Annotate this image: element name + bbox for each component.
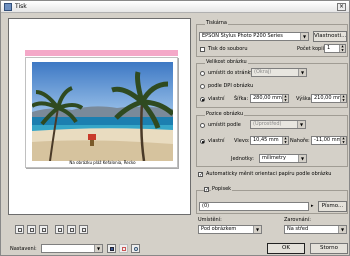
beach-photo-image xyxy=(32,62,173,161)
paper-sheet: Na obrázku pláž Kefalonia, Řecko xyxy=(25,57,178,168)
left-value: 10,45 mm xyxy=(253,137,279,143)
page-icon xyxy=(70,228,74,232)
caption-arrow-icon[interactable]: ▸ xyxy=(311,203,314,209)
printer-select[interactable]: EPSON Stylus Photo P200 Series ▼ xyxy=(199,32,309,41)
spin-arrows-icon: ▲ ▼ xyxy=(282,137,288,144)
title-bar: Tisk × xyxy=(1,1,349,13)
width-value: 280,00 mm xyxy=(253,95,282,101)
printer-group-label: Tiskárna xyxy=(205,20,228,26)
left-label: Vlevo: xyxy=(234,138,250,144)
custom-position-radio[interactable] xyxy=(200,139,205,144)
copies-value: 1 xyxy=(327,45,331,51)
image-size-group-label: Velikost obrázku xyxy=(205,59,248,65)
undo-button[interactable] xyxy=(131,244,140,253)
top-label: Nahoře: xyxy=(290,138,310,144)
properties-button[interactable]: Vlastnosti... xyxy=(313,31,347,42)
chevron-down-icon: ▼ xyxy=(300,33,308,40)
print-to-file-checkbox[interactable] xyxy=(200,47,205,52)
page-icon xyxy=(42,228,46,232)
save-preset-button[interactable] xyxy=(107,244,116,253)
zoom-fit-button[interactable] xyxy=(15,225,24,234)
spin-arrows-icon: ▲ ▼ xyxy=(340,95,346,102)
spin-arrows-icon: ▲ ▼ xyxy=(282,95,288,102)
floppy-icon xyxy=(110,247,114,251)
height-stepper[interactable]: 210,00 mm ▲ ▼ xyxy=(311,94,347,103)
align-center-button[interactable] xyxy=(67,225,76,234)
alignment-label: Zarovnání: xyxy=(284,217,311,223)
print-preview: Na obrázku pláž Kefalonia, Řecko xyxy=(8,18,191,215)
printer-icon xyxy=(4,3,12,11)
placement-select[interactable]: Pod obrázkem ▼ xyxy=(198,225,262,234)
page-icon xyxy=(30,228,34,232)
height-value: 210,00 mm xyxy=(314,95,343,101)
fit-page-select[interactable]: (Okraj) ▼ xyxy=(251,68,307,77)
preset-select[interactable]: ▼ xyxy=(41,244,103,253)
page-icon xyxy=(58,228,62,232)
page-icon xyxy=(18,228,22,232)
chevron-down-icon: ▼ xyxy=(298,69,306,76)
delete-preset-button[interactable] xyxy=(119,244,128,253)
close-icon xyxy=(122,247,126,251)
width-stepper[interactable]: 280,00 mm ▲ ▼ xyxy=(250,94,289,103)
chevron-down-icon: ▼ xyxy=(297,121,305,128)
placement-value: Pod obrázkem xyxy=(201,226,237,232)
preview-photo[interactable] xyxy=(32,62,173,161)
center-label: umístit podle xyxy=(208,122,241,128)
units-select[interactable]: milimetry ▼ xyxy=(259,154,307,163)
alignment-value: Na střed xyxy=(287,226,309,232)
top-value: -11,00 mm xyxy=(314,137,342,143)
print-dialog: Tisk × Na obrázku pláž Kefalonia, Řecko … xyxy=(0,0,350,256)
custom-size-radio[interactable] xyxy=(200,97,205,102)
window-title: Tisk xyxy=(15,3,27,10)
page-icon xyxy=(82,228,86,232)
height-label: Výška: xyxy=(296,96,313,102)
zoom-out-button[interactable] xyxy=(27,225,36,234)
center-value: (Uprostřed) xyxy=(253,121,282,127)
custom-position-label: vlastní xyxy=(208,138,225,144)
position-group-label: Pozice obrázku xyxy=(205,111,245,117)
align-right-button[interactable] xyxy=(79,225,88,234)
spin-arrows-icon: ▲ ▼ xyxy=(339,45,345,52)
left-stepper[interactable]: 10,45 mm ▲ ▼ xyxy=(250,136,289,145)
chevron-down-icon: ▼ xyxy=(94,245,102,252)
preset-label: Nastavení: xyxy=(10,246,37,252)
copies-stepper[interactable]: 1 ▲ ▼ xyxy=(324,44,346,53)
chevron-down-icon: ▼ xyxy=(338,226,346,233)
caption-select[interactable]: (0) xyxy=(199,202,309,211)
undo-icon xyxy=(134,247,138,251)
top-stepper[interactable]: -11,00 mm ▲ ▼ xyxy=(311,136,347,145)
auto-rotate-label: Automaticky měnit orientaci papíru podle… xyxy=(206,171,332,177)
copies-label: Počet kopií: xyxy=(297,46,326,52)
placement-label: Umístění: xyxy=(198,217,222,223)
printer-name: EPSON Stylus Photo P200 Series xyxy=(202,33,283,39)
fit-page-radio[interactable] xyxy=(200,71,205,76)
zoom-in-button[interactable] xyxy=(39,225,48,234)
by-dpi-label: podle DPI obrázku xyxy=(208,83,254,89)
center-radio[interactable] xyxy=(200,123,205,128)
alignment-select[interactable]: Na střed ▼ xyxy=(284,225,347,234)
width-label: Šířka: xyxy=(234,96,249,102)
align-left-button[interactable] xyxy=(55,225,64,234)
top-margin-indicator[interactable] xyxy=(25,50,178,56)
fit-page-value: (Okraj) xyxy=(254,69,272,75)
close-button[interactable]: × xyxy=(337,3,346,11)
chevron-down-icon: ▼ xyxy=(253,226,261,233)
chevron-down-icon: ▼ xyxy=(298,155,306,162)
caption-value: (0) xyxy=(202,203,210,209)
ok-button[interactable]: OK xyxy=(267,243,305,254)
print-to-file-label: Tisk do souboru xyxy=(208,46,248,52)
cancel-button[interactable]: Storno xyxy=(310,243,348,254)
photo-caption: Na obrázku pláž Kefalonia, Řecko xyxy=(69,160,136,165)
custom-size-label: vlastní xyxy=(208,96,225,102)
units-value: milimetry xyxy=(262,155,286,161)
center-select[interactable]: (Uprostřed) ▼ xyxy=(250,120,306,129)
fit-page-label: umístit do stránky xyxy=(208,70,254,76)
caption-group-label: Popisek xyxy=(211,186,233,192)
spin-arrows-icon: ▲ ▼ xyxy=(340,137,346,144)
caption-checkbox[interactable]: ✓ xyxy=(204,187,209,193)
auto-rotate-checkbox[interactable]: ✓ xyxy=(198,172,203,178)
units-label: Jednotky: xyxy=(231,156,254,162)
by-dpi-radio[interactable] xyxy=(200,84,205,89)
font-button[interactable]: Písmo... xyxy=(318,201,347,212)
